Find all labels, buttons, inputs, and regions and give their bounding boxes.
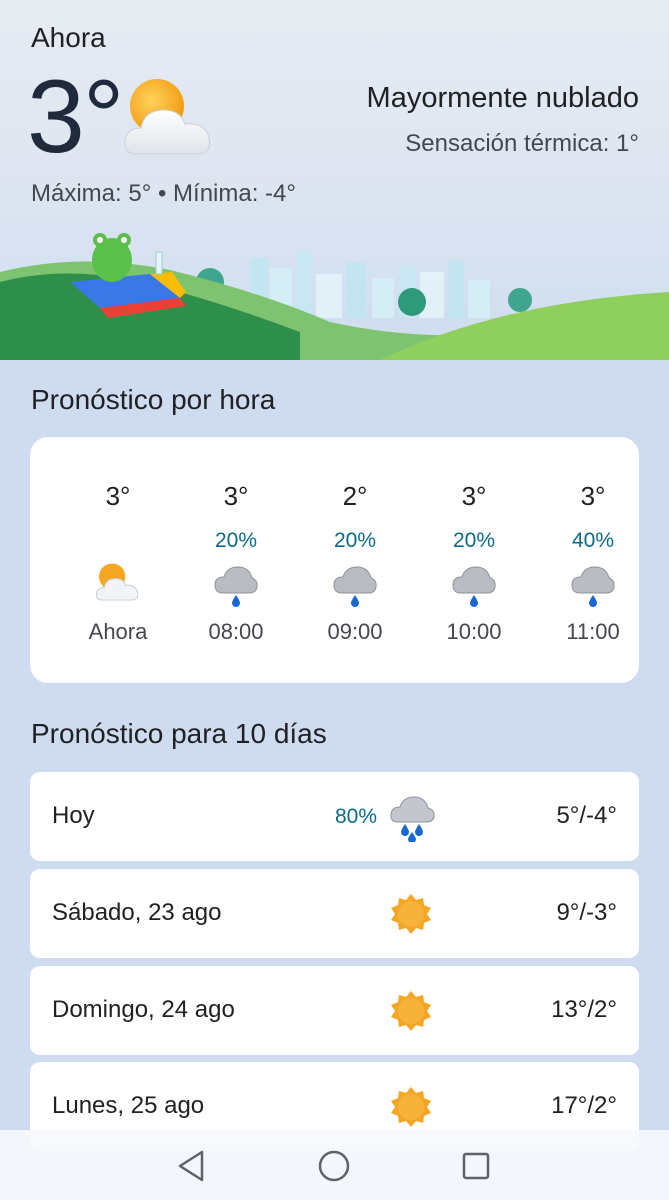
hourly-time: Ahora	[88, 619, 148, 644]
partly-cloudy-icon	[96, 563, 139, 601]
hourly-item-0900: 2° 20% 09:00	[305, 437, 405, 683]
rain-cloud-icon	[214, 566, 258, 607]
hourly-item-1000: 3° 20% 10:00	[424, 437, 524, 683]
daily-high-low: 13°/2°	[551, 996, 617, 1023]
condition-text: Mayormente nublado	[366, 82, 639, 114]
hourly-temp: 3°	[580, 481, 606, 511]
rain-cloud-icon	[571, 566, 615, 607]
hourly-pop: 20%	[452, 529, 496, 552]
hourly-pop: 20%	[214, 529, 258, 552]
back-triangle-icon[interactable]	[172, 1146, 212, 1186]
daily-day-label: Lunes, 25 ago	[52, 1092, 205, 1119]
partly-cloudy-icon	[124, 79, 210, 155]
hourly-pop: 40%	[571, 529, 615, 552]
daily-high-low: 17°/2°	[551, 1092, 617, 1119]
rain-cloud-icon	[333, 566, 377, 607]
hourly-time: 08:00	[208, 619, 264, 644]
daily-row-saturday[interactable]: Sábado, 23 ago 9°/-3°	[30, 869, 639, 958]
daily-day-label: Hoy	[52, 802, 95, 829]
sun-icon	[391, 1087, 431, 1127]
hourly-time: 09:00	[327, 619, 383, 644]
daily-pop: 80%	[335, 805, 378, 828]
system-navigation-bar	[0, 1130, 669, 1200]
hourly-pop: 20%	[333, 529, 377, 552]
high-low-temperatures: Máxima: 5° • Mínima: -4°	[31, 180, 296, 207]
rain-cloud-icon	[452, 566, 496, 607]
hourly-item-now: 3° Ahora	[68, 437, 168, 683]
now-label: Ahora	[31, 22, 106, 53]
home-circle-icon[interactable]	[314, 1146, 354, 1186]
daily-row-today[interactable]: Hoy 80% 5°/-4°	[30, 772, 639, 861]
hourly-time: 10:00	[446, 619, 502, 644]
daily-day-label: Domingo, 24 ago	[52, 996, 235, 1023]
daily-high-low: 5°/-4°	[556, 802, 617, 829]
heavy-rain-icon	[390, 796, 435, 842]
hourly-item-1100: 3° 40% 11:00	[543, 437, 643, 683]
weather-scene-illustration	[0, 233, 669, 360]
hourly-item-0800: 3° 20% 08:00	[186, 437, 286, 683]
hourly-temp: 2°	[342, 481, 368, 511]
current-conditions: Ahora 3° Máxima: 5° • Mínima: -4° Mayorm…	[0, 0, 669, 360]
hourly-temp: 3°	[105, 481, 131, 511]
hourly-temp: 3°	[461, 481, 487, 511]
daily-forecast-title: Pronóstico para 10 días	[31, 718, 327, 749]
hourly-forecast-title: Pronóstico por hora	[31, 384, 276, 415]
recents-square-icon[interactable]	[456, 1146, 496, 1186]
feels-like-text: Sensación térmica: 1°	[405, 130, 639, 157]
hourly-temp: 3°	[223, 481, 249, 511]
daily-high-low: 9°/-3°	[556, 899, 617, 926]
hourly-forecast-card[interactable]: 3° Ahora 3° 20% 08:00 2° 20% 09:00 3° 20…	[30, 437, 639, 683]
sun-icon	[391, 894, 431, 934]
daily-day-label: Sábado, 23 ago	[52, 899, 222, 926]
current-temperature: 3°	[27, 59, 124, 175]
daily-row-sunday[interactable]: Domingo, 24 ago 13°/2°	[30, 966, 639, 1055]
sun-icon	[391, 991, 431, 1031]
hourly-time: 11:00	[566, 619, 620, 644]
